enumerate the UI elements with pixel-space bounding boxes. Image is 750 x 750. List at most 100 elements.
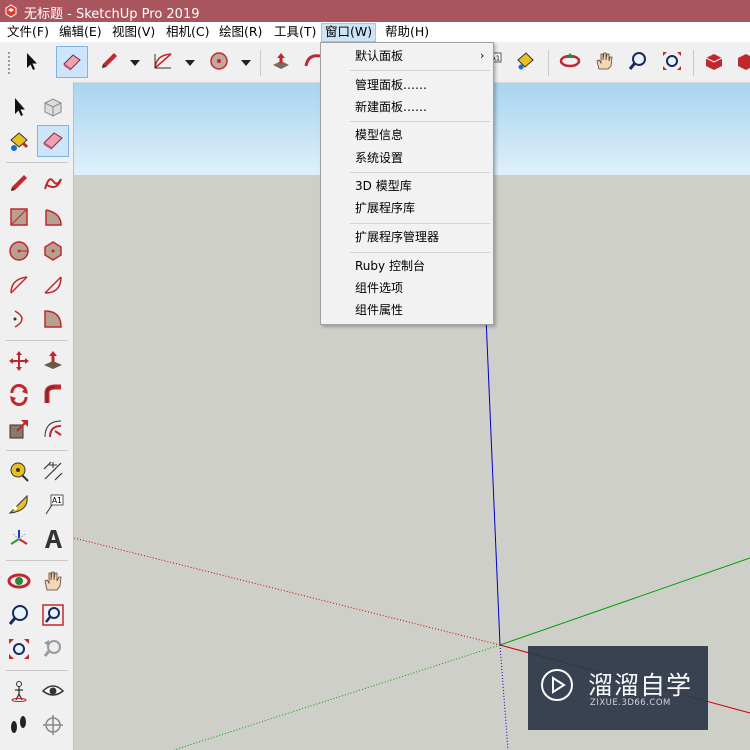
section-plane-icon — [43, 715, 63, 735]
eraser-tool-button[interactable] — [37, 125, 69, 157]
menu-item-component-options[interactable]: 组件选项 — [322, 278, 492, 298]
3d-warehouse-button[interactable] — [699, 46, 729, 76]
eraser-tool-button[interactable] — [56, 46, 88, 78]
follow-me-tool-button[interactable] — [38, 380, 68, 410]
line-tool-button[interactable] — [4, 168, 34, 198]
orbit-tool-button[interactable] — [555, 46, 585, 76]
zoom-extents-icon — [663, 52, 681, 70]
zoom-extents-tool-button[interactable] — [4, 634, 34, 664]
menu-camera[interactable]: 相机(C) — [163, 24, 212, 40]
scale-tool-button[interactable] — [4, 414, 34, 444]
pan-tool-button[interactable] — [38, 566, 68, 596]
polygon-tool-button[interactable] — [204, 46, 234, 76]
rectangle-tool-button[interactable] — [4, 202, 34, 232]
eye-icon — [41, 685, 65, 696]
text-tag-icon: A1 — [45, 494, 64, 515]
menu-item-extension-manager[interactable]: 扩展程序管理器 — [322, 227, 492, 247]
toolbar-grip[interactable] — [8, 52, 12, 74]
menu-item-extension-warehouse[interactable]: 扩展程序库 — [322, 198, 492, 218]
offset-icon — [44, 420, 62, 438]
arc-tool-button[interactable] — [4, 270, 34, 300]
polygon-tool-button[interactable] — [38, 236, 68, 266]
pencil-tool-button[interactable] — [94, 46, 124, 76]
menu-item-manage-trays[interactable]: 管理面板…… — [322, 75, 492, 95]
menu-help[interactable]: 帮助(H) — [382, 24, 432, 40]
menu-item-default-tray[interactable]: 默认面板 › — [322, 46, 492, 66]
previous-view-tool-button[interactable] — [38, 634, 68, 664]
offset-tool-button[interactable] — [38, 414, 68, 444]
menu-item-new-tray[interactable]: 新建面板…… — [322, 97, 492, 117]
menu-edit[interactable]: 编辑(E) — [56, 24, 105, 40]
paint-bucket-tool-button[interactable] — [4, 126, 34, 156]
toolbar-divider — [6, 450, 68, 451]
toolbar-divider — [6, 162, 68, 163]
select-tool-button[interactable] — [16, 46, 46, 76]
chevron-right-icon: › — [480, 49, 485, 62]
walk-tool-button[interactable] — [4, 710, 34, 740]
left-toolbar: A1 — [0, 82, 74, 750]
chevron-down-icon[interactable] — [128, 50, 142, 74]
pie-icon — [44, 310, 62, 328]
tape-measure-tool-button[interactable] — [4, 456, 34, 486]
menu-separator — [350, 223, 490, 224]
blue-axis-dotted-line — [499, 644, 509, 750]
zoom-tool-button[interactable] — [623, 46, 653, 76]
zoom-extents-tool-button[interactable] — [657, 46, 687, 76]
pencil-icon — [102, 53, 117, 68]
menu-draw[interactable]: 绘图(R) — [216, 24, 265, 40]
arc-tool-button[interactable] — [148, 46, 178, 76]
rotate-icon — [10, 384, 28, 406]
menu-item-component-attributes[interactable]: 组件属性 — [322, 300, 492, 320]
zoom-window-tool-button[interactable] — [38, 600, 68, 630]
menu-file[interactable]: 文件(F) — [4, 24, 52, 40]
3d-text-tool-button[interactable] — [38, 524, 68, 554]
eraser-icon — [43, 132, 63, 150]
three-point-arc-tool-button[interactable] — [4, 304, 34, 334]
circle-tool-button[interactable] — [4, 236, 34, 266]
dimension-icon — [43, 461, 63, 481]
axes-tool-button[interactable] — [4, 524, 34, 554]
menu-separator — [350, 121, 490, 122]
rotated-rectangle-tool-button[interactable] — [38, 202, 68, 232]
pan-tool-button[interactable] — [589, 46, 619, 76]
dimension-tool-button[interactable] — [38, 456, 68, 486]
protractor-tool-button[interactable] — [4, 490, 34, 520]
tape-measure-icon — [10, 462, 29, 482]
menu-item-model-info[interactable]: 模型信息 — [322, 125, 492, 145]
polygon-icon — [44, 241, 62, 261]
menu-window[interactable]: 窗口(W) — [321, 23, 377, 42]
menu-separator — [350, 70, 490, 71]
zoom-window-icon — [42, 604, 64, 626]
green-axis-dotted-line — [173, 644, 501, 750]
position-camera-tool-button[interactable] — [4, 676, 34, 706]
menu-view[interactable]: 视图(V) — [109, 24, 158, 40]
menu-tools[interactable]: 工具(T) — [271, 24, 319, 40]
magnifier-icon — [8, 605, 28, 625]
extension-warehouse-button[interactable] — [731, 46, 750, 76]
push-pull-icon — [44, 351, 62, 369]
chevron-down-icon[interactable] — [183, 50, 197, 74]
look-around-tool-button[interactable] — [38, 676, 68, 706]
text-tool-button[interactable]: A1 — [38, 490, 68, 520]
orbit-icon — [559, 53, 581, 68]
section-plane-tool-button[interactable] — [38, 710, 68, 740]
magnifier-icon — [628, 52, 646, 70]
select-tool-button[interactable] — [4, 92, 34, 122]
move-tool-button[interactable] — [4, 346, 34, 376]
menu-item-preferences[interactable]: 系统设置 — [322, 148, 492, 168]
make-component-button[interactable] — [38, 92, 68, 122]
zoom-tool-button[interactable] — [4, 600, 34, 630]
rotate-tool-button[interactable] — [4, 380, 34, 410]
red-axis-dotted-line — [74, 537, 501, 646]
two-point-arc-tool-button[interactable] — [38, 270, 68, 300]
orbit-tool-button[interactable] — [4, 566, 34, 596]
paint-bucket-tool-button[interactable] — [510, 46, 540, 76]
chevron-down-icon[interactable] — [239, 50, 253, 74]
menu-item-3d-warehouse[interactable]: 3D 模型库 — [322, 176, 492, 196]
freehand-tool-button[interactable] — [38, 168, 68, 198]
push-pull-tool-button[interactable] — [266, 46, 296, 76]
watermark-brand: 溜溜自学 — [588, 671, 693, 700]
menu-item-ruby-console[interactable]: Ruby 控制台 — [322, 256, 492, 276]
push-pull-tool-button[interactable] — [38, 346, 68, 376]
pie-tool-button[interactable] — [38, 304, 68, 334]
